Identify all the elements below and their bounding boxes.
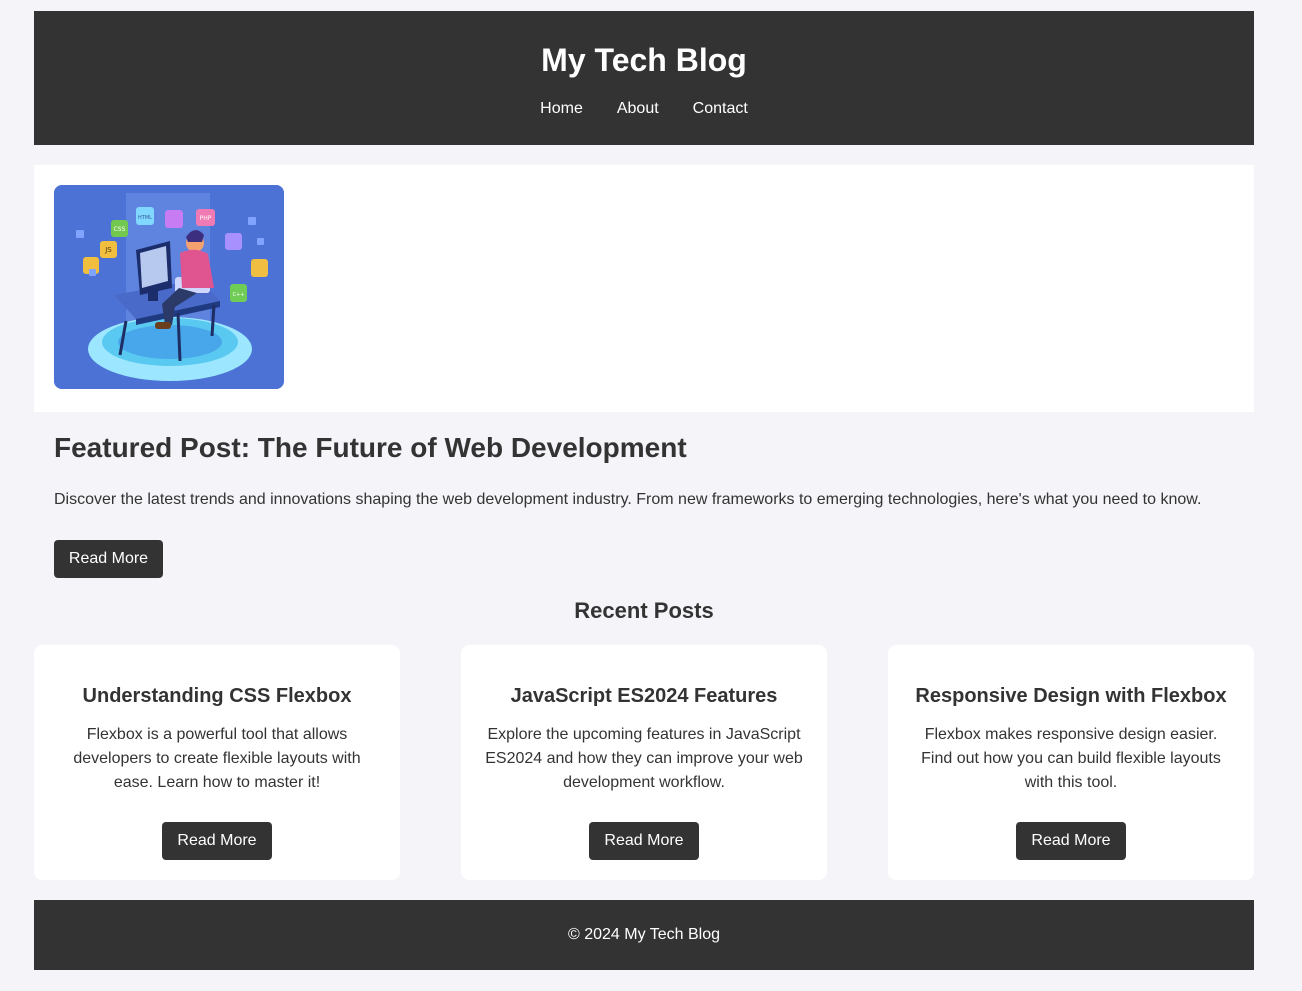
recent-posts-heading: Recent Posts — [574, 598, 714, 623]
nav-link-about[interactable]: About — [617, 99, 659, 119]
post-card-title: Responsive Design with Flexbox — [915, 685, 1227, 707]
post-card-excerpt: Explore the upcoming features in JavaScr… — [485, 726, 803, 791]
nav-link-contact[interactable]: Contact — [693, 99, 748, 119]
featured-post-title: Featured Post: The Future of Web Develop… — [54, 432, 687, 463]
svg-text:PHP: PHP — [200, 215, 212, 222]
post-card-read-more-button[interactable]: Read More — [1016, 822, 1126, 860]
svg-text:C++: C++ — [233, 292, 245, 298]
featured-read-more-button[interactable]: Read More — [54, 540, 163, 578]
post-card-title: JavaScript ES2024 Features — [510, 685, 778, 707]
post-card-excerpt: Flexbox makes responsive design easier. … — [921, 726, 1221, 791]
post-card-title: Understanding CSS Flexbox — [82, 685, 352, 707]
developer-workstation-illustration: CSS HTML JS PHP C++ — [54, 185, 284, 389]
site-title: My Tech Blog — [541, 42, 747, 78]
post-card-excerpt: Flexbox is a powerful tool that allows d… — [73, 726, 361, 791]
site-footer: © 2024 My Tech Blog — [34, 900, 1254, 970]
featured-post-excerpt: Discover the latest trends and innovatio… — [54, 491, 1202, 508]
site-header: My Tech Blog Home About Contact — [34, 11, 1254, 145]
nav-link-home[interactable]: Home — [540, 99, 583, 119]
svg-text:JS: JS — [104, 246, 112, 254]
main-nav: Home About Contact — [34, 99, 1254, 119]
footer-copyright: © 2024 My Tech Blog — [567, 926, 721, 943]
featured-image-panel: CSS HTML JS PHP C++ — [34, 165, 1254, 412]
post-card-css-flexbox: Understanding CSS Flexbox Flexbox is a p… — [34, 645, 400, 880]
svg-text:CSS: CSS — [114, 226, 126, 233]
post-card-read-more-button[interactable]: Read More — [589, 822, 699, 860]
post-card-read-more-button[interactable]: Read More — [162, 822, 272, 860]
post-card-javascript-es2024: JavaScript ES2024 Features Explore the u… — [461, 645, 827, 880]
post-card-responsive-design: Responsive Design with Flexbox Flexbox m… — [888, 645, 1254, 880]
featured-image: CSS HTML JS PHP C++ — [54, 185, 284, 389]
svg-text:HTML: HTML — [138, 215, 152, 221]
